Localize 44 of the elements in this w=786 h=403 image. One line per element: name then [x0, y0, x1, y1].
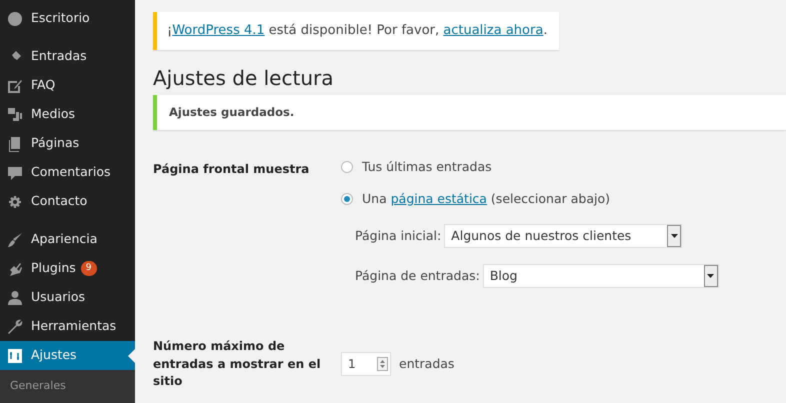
version-link[interactable]: WordPress 4.1	[172, 23, 265, 38]
sidebar-item[interactable]: Contacto	[0, 187, 135, 216]
field-label: Página inicial:	[355, 226, 442, 245]
spinner-icon	[377, 357, 388, 372]
wrench-icon	[7, 318, 23, 334]
comment-icon	[7, 164, 23, 180]
sidebar-item[interactable]: Escritorio	[0, 4, 135, 33]
select-field[interactable]: Blog	[482, 264, 719, 288]
settings-icon	[7, 348, 23, 364]
brush-icon	[7, 232, 23, 248]
radio-button[interactable]	[341, 192, 353, 205]
gear-icon	[7, 194, 23, 210]
notice-text: Ajustes guardados.	[169, 104, 294, 118]
dropdown-arrow-icon	[707, 274, 714, 278]
update-count-badge: 9	[80, 261, 97, 276]
page-title: Ajustes de lectura	[153, 66, 334, 90]
field-label: Página de entradas:	[355, 266, 480, 285]
sidebar-item[interactable]: Herramientas	[0, 312, 135, 341]
field-label: Página frontal muestra	[153, 160, 310, 178]
field-label: Número máximo de entradas a mostrar en el sitio	[153, 338, 322, 390]
notice-text: ¡WordPress 4.1 está disponible! Por favor, actualiza ahora.	[167, 23, 548, 38]
plug-icon	[7, 260, 23, 276]
sidebar-item[interactable]: Apariencia	[0, 225, 135, 254]
sidebar-item[interactable]: Usuarios	[0, 283, 135, 312]
user-icon	[7, 290, 23, 306]
update-link[interactable]: actualiza ahora	[443, 23, 544, 38]
pages-icon	[7, 136, 23, 152]
sidebar-item[interactable]: Páginas	[0, 129, 135, 158]
sidebar-item[interactable]: Plugins 9	[0, 254, 135, 283]
option-label: Una página estática (seleccionar abajo)	[362, 190, 610, 208]
sidebar-item[interactable]: Ajustes	[0, 341, 135, 370]
unit-label: entradas	[399, 354, 454, 373]
dropdown-arrow-icon	[670, 234, 678, 238]
sidebar-item[interactable]: Medios	[0, 100, 135, 129]
page-link[interactable]: página estática	[390, 190, 487, 206]
sidebar-item[interactable]: Comentarios	[0, 158, 135, 187]
media-icon	[7, 106, 23, 122]
option-label: Tus últimas entradas	[362, 158, 492, 176]
sidebar-item[interactable]: FAQ	[0, 71, 135, 100]
number-field[interactable]: 1	[341, 352, 391, 376]
select-field[interactable]: Algunos de nuestros clientes	[444, 224, 682, 248]
radio-button[interactable]	[341, 161, 353, 174]
edit-icon	[7, 78, 23, 94]
sidebar-item[interactable]: Entradas	[0, 42, 135, 71]
